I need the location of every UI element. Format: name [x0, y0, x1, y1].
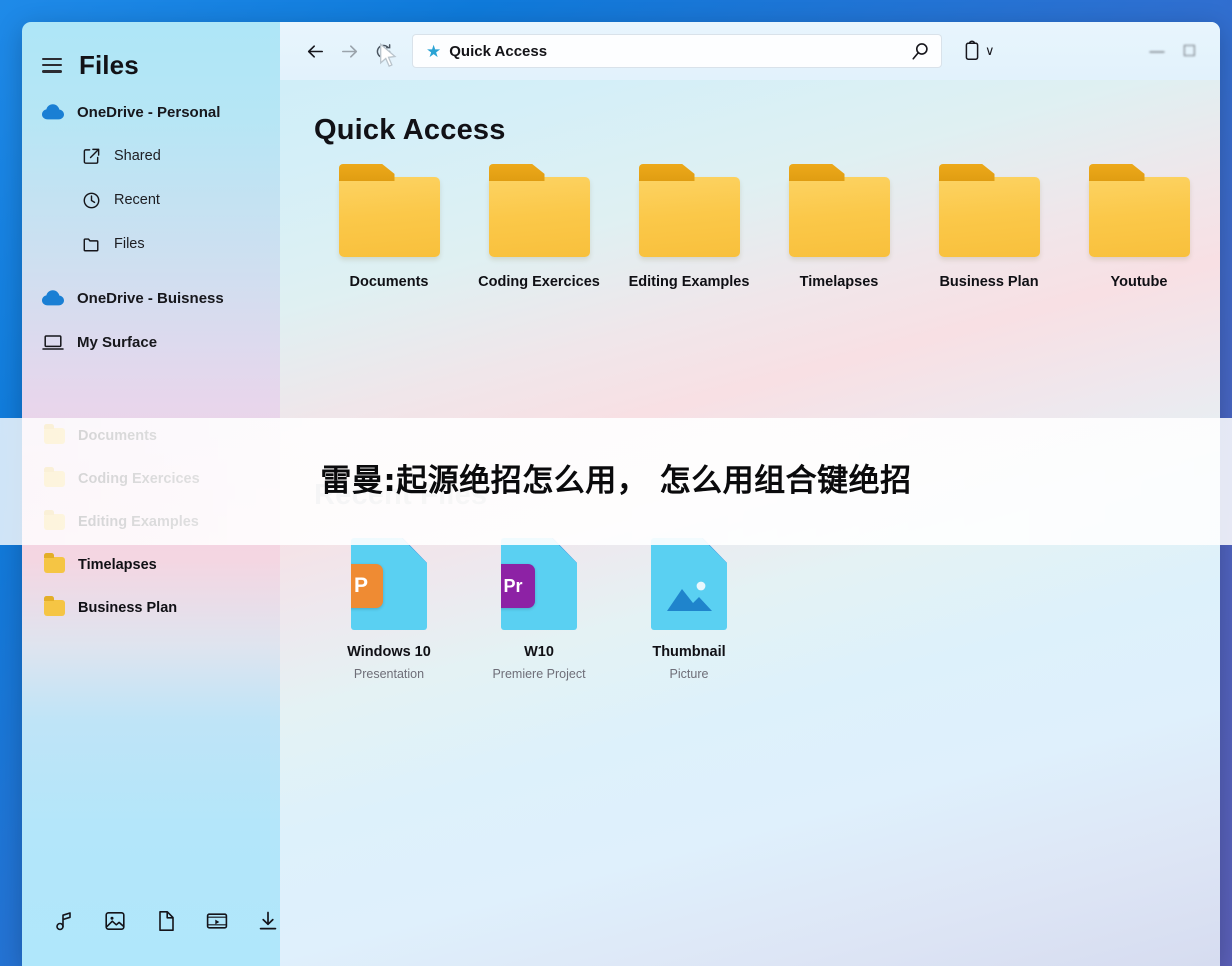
folder-icon: [938, 177, 1040, 257]
sidebar-folder-business-plan[interactable]: Business Plan: [22, 586, 280, 629]
sidebar-folder-label: Timelapses: [78, 556, 157, 573]
quick-access-tile[interactable]: Coding Exercices: [464, 177, 614, 290]
quick-access-tile[interactable]: Business Plan: [914, 177, 1064, 290]
folder-outline-icon: [82, 235, 101, 254]
folder-icon: [488, 177, 590, 257]
sidebar-quick-icons: [22, 902, 280, 966]
quick-access-tile[interactable]: Youtube: [1064, 177, 1214, 290]
star-icon: ★: [426, 41, 442, 61]
documents-icon[interactable]: [154, 909, 179, 934]
clock-icon: [82, 191, 101, 210]
sidebar-folder-label: Business Plan: [78, 599, 178, 616]
sidebar-folder-timelapses[interactable]: Timelapses: [22, 543, 280, 586]
address-bar[interactable]: ★ Quick Access: [412, 34, 942, 68]
sidebar-item-recent[interactable]: Recent: [22, 178, 280, 222]
sidebar-item-my-surface[interactable]: My Surface: [22, 320, 280, 364]
toolbar: ★ Quick Access ∨ — ☐: [280, 22, 1220, 80]
page-fold-icon: [402, 538, 427, 563]
sidebar-folder-editing-examples[interactable]: Editing Examples: [22, 500, 280, 543]
recent-file-tile[interactable]: Thumbnail Picture: [614, 538, 764, 681]
tile-label: Timelapses: [799, 274, 879, 290]
address-text: Quick Access: [449, 42, 548, 60]
cloud-icon: [42, 287, 64, 309]
file-name: Windows 10: [347, 644, 431, 660]
file-type: Presentation: [353, 667, 425, 681]
recent-file-tile[interactable]: Pr W10 Premiere Project: [464, 538, 614, 681]
file-icon: Pr: [501, 538, 577, 630]
quick-access-tile[interactable]: Editing Examples: [614, 177, 764, 290]
window-controls: — ☐: [1150, 42, 1212, 61]
refresh-button[interactable]: [366, 34, 400, 68]
quick-access-grid: Documents Coding Exercices Editing Examp…: [314, 177, 1220, 290]
cloud-icon: [42, 101, 64, 123]
app-title: Files: [79, 49, 139, 80]
sidebar-item-files[interactable]: Files: [22, 222, 280, 266]
folder-icon: [44, 510, 65, 530]
tile-label: Documents: [349, 274, 429, 290]
folder-icon: [638, 177, 740, 257]
recent-file-tile[interactable]: P Windows 10 Presentation: [314, 538, 464, 681]
sidebar-item-label: Files: [114, 236, 145, 252]
folder-icon: [44, 424, 65, 444]
folder-icon: [44, 553, 65, 573]
forward-button[interactable]: [332, 34, 366, 68]
quick-access-title: Quick Access: [314, 114, 506, 146]
mouse-cursor-icon: [380, 43, 397, 67]
sidebar-item-label: OneDrive - Personal: [77, 103, 221, 121]
sidebar-item-label: Recent: [114, 192, 160, 208]
sidebar-header: Files: [22, 40, 280, 90]
quick-access-tile[interactable]: Timelapses: [764, 177, 914, 290]
folder-icon: [44, 596, 65, 616]
powerpoint-badge-icon: P: [351, 564, 383, 608]
content-body: Quick Access Documents Coding Exercices …: [280, 80, 1220, 966]
tile-label: Editing Examples: [628, 274, 750, 290]
sidebar-folder-documents[interactable]: Documents: [22, 414, 280, 457]
folder-icon: [1088, 177, 1190, 257]
laptop-icon: [42, 331, 64, 353]
clipboard-button[interactable]: ∨: [962, 40, 995, 62]
file-name: Thumbnail: [652, 644, 726, 660]
music-icon[interactable]: [52, 909, 77, 934]
page-fold-icon: [552, 538, 577, 563]
page-fold-icon: [702, 538, 727, 563]
sidebar-folder-label: Editing Examples: [78, 513, 199, 530]
recent-files-section: Recent Files P Windows 10 Presentation P…: [314, 479, 1220, 681]
file-name: W10: [524, 644, 554, 660]
pictures-icon[interactable]: [103, 909, 128, 934]
tile-label: Business Plan: [939, 274, 1039, 290]
sidebar-item-shared[interactable]: Shared: [22, 134, 280, 178]
sidebar-item-label: Shared: [114, 148, 161, 164]
file-icon: [651, 538, 727, 630]
tile-label: Youtube: [1110, 274, 1168, 290]
premiere-badge-icon: Pr: [501, 564, 535, 608]
restore-button[interactable]: ☐: [1183, 42, 1196, 60]
file-icon: P: [351, 538, 427, 630]
share-icon: [82, 147, 101, 166]
chevron-down-icon: ∨: [985, 43, 995, 58]
sidebar-folder-label: Documents: [78, 427, 157, 444]
overlay-caption: 雷曼:起源绝招怎么用， 怎么用组合键绝招: [320, 463, 912, 499]
file-type: Premiere Project: [492, 667, 586, 681]
downloads-icon[interactable]: [255, 909, 280, 934]
back-button[interactable]: [298, 34, 332, 68]
sidebar-item-label: My Surface: [77, 333, 158, 351]
folder-icon: [338, 177, 440, 257]
videos-icon[interactable]: [204, 909, 229, 934]
tile-label: Coding Exercices: [478, 274, 600, 290]
image-icon: [665, 578, 715, 612]
recent-files-grid: P Windows 10 Presentation Pr W10 Premier…: [314, 538, 1220, 681]
sidebar-item-onedrive-business[interactable]: OneDrive - Buisness: [22, 276, 280, 320]
quick-access-tile[interactable]: Documents: [314, 177, 464, 290]
folder-icon: [788, 177, 890, 257]
sidebar-folder-list: Documents Coding Exercices Editing Examp…: [22, 414, 280, 629]
minimize-button[interactable]: —: [1150, 43, 1165, 60]
hamburger-icon[interactable]: [42, 57, 62, 73]
sidebar-item-label: OneDrive - Buisness: [77, 289, 224, 307]
search-icon[interactable]: [908, 39, 932, 63]
file-type: Picture: [669, 667, 709, 681]
sidebar-item-onedrive-personal[interactable]: OneDrive - Personal: [22, 90, 280, 134]
